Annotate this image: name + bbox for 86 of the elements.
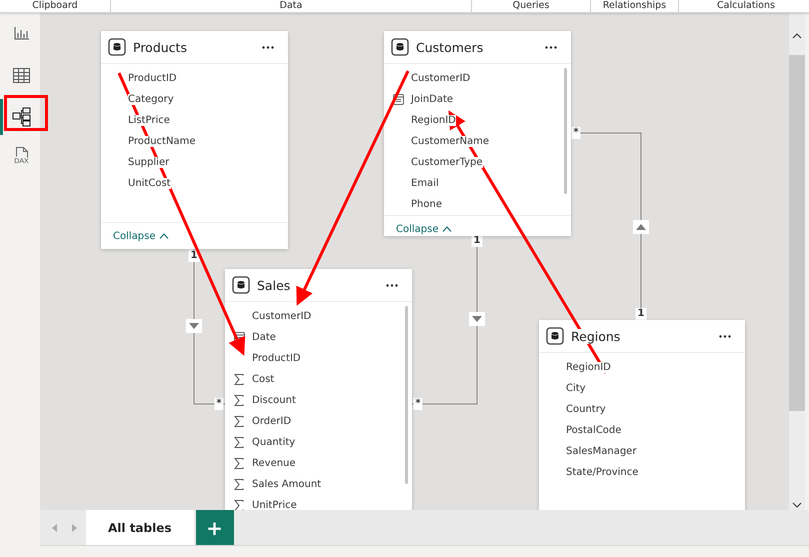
dax-query-icon xyxy=(16,147,28,158)
caret-left-icon xyxy=(52,524,56,532)
field-name[interactable]: CustomerName xyxy=(411,136,490,147)
vertical-scrollbar[interactable] xyxy=(789,13,805,510)
ellipsis-icon xyxy=(386,284,398,286)
table-card[interactable]: Sales CustomerID Date ProductID Cost Discount OrderID Quantity Revenue Sales Amount UnitPrice xyxy=(225,269,412,510)
sigma-icon xyxy=(234,478,244,490)
field-name[interactable]: Supplier xyxy=(128,157,170,168)
filter-direction-button[interactable] xyxy=(633,220,649,234)
sigma-icon xyxy=(234,500,244,510)
table-title: Products xyxy=(133,40,187,54)
sigma-icon xyxy=(234,416,244,426)
ribbon-group-label: Relationships xyxy=(591,0,679,12)
collapse-button[interactable]: Collapse xyxy=(113,230,168,242)
table-title: Customers xyxy=(416,40,484,54)
collapse-button[interactable]: Collapse xyxy=(396,224,452,234)
field-name[interactable]: CustomerType xyxy=(411,157,483,168)
field-name[interactable]: CustomerID xyxy=(252,311,312,322)
field-name[interactable]: Revenue xyxy=(252,458,296,469)
table-card[interactable]: Products ProductID Category ListPrice ProductName Supplier UnitCost Collapse xyxy=(101,31,288,249)
table-icon xyxy=(391,38,409,56)
field-name[interactable]: City xyxy=(566,383,586,394)
field-name[interactable]: Sales Amount xyxy=(252,479,322,490)
table-icon xyxy=(232,276,250,294)
field-name[interactable]: Phone xyxy=(411,199,442,210)
table-card[interactable]: Customers CustomerID JoinDate RegionID CustomerName CustomerType Email Phone Collapse xyxy=(384,31,571,236)
caret-up-icon xyxy=(158,233,168,239)
card-scrollbar[interactable] xyxy=(564,68,567,194)
field-name[interactable]: OrderID xyxy=(252,416,292,427)
highlight-frame xyxy=(4,95,48,131)
field-name[interactable]: UnitCost xyxy=(128,178,171,189)
ribbon-group-label: Queries xyxy=(472,0,591,12)
field-name[interactable]: UnitPrice xyxy=(252,500,297,510)
sigma-icon xyxy=(234,436,244,448)
ribbon-group-label: Clipboard xyxy=(0,0,111,12)
field-name[interactable]: Discount xyxy=(252,395,296,406)
table-icon xyxy=(13,68,30,82)
card-scrollbar[interactable] xyxy=(405,306,408,484)
cardinality-label: * xyxy=(571,127,581,139)
ellipsis-icon xyxy=(545,46,557,48)
cardinality-label: 1 xyxy=(636,308,646,320)
scroll-up-icon xyxy=(792,33,802,39)
field-name[interactable]: RegionID xyxy=(566,362,611,373)
caret-up-icon xyxy=(442,226,452,232)
bar-chart-icon xyxy=(14,26,30,40)
table-title: Sales xyxy=(257,278,290,292)
ribbon-group-label: Calculations xyxy=(679,0,809,12)
model-diagram-icon xyxy=(12,107,32,127)
scrollbar-thumb[interactable] xyxy=(789,55,805,411)
caret-right-icon xyxy=(72,524,76,532)
field-name[interactable]: State/Province xyxy=(566,467,638,478)
field-name[interactable]: Country xyxy=(566,404,606,415)
table-icon xyxy=(546,327,564,345)
cardinality-label: * xyxy=(214,398,224,410)
field-name[interactable]: CustomerID xyxy=(411,73,470,84)
ribbon-group-label: Data xyxy=(111,0,472,12)
calendar-icon xyxy=(393,94,404,104)
field-name[interactable]: Category xyxy=(128,94,174,105)
ellipsis-icon xyxy=(262,46,274,48)
field-name[interactable]: Quantity xyxy=(252,437,296,448)
cardinality-label: * xyxy=(413,398,423,410)
field-name[interactable]: ProductName xyxy=(128,136,196,147)
add-page-button[interactable]: + xyxy=(196,510,234,545)
sigma-icon xyxy=(234,394,244,406)
field-name[interactable]: ListPrice xyxy=(128,115,170,126)
field-name[interactable]: JoinDate xyxy=(411,94,454,105)
field-name[interactable]: ProductID xyxy=(252,353,301,364)
field-name[interactable]: SalesManager xyxy=(566,446,636,457)
table-card[interactable]: Regions RegionID City Country PostalCode SalesManager State/Province xyxy=(539,320,745,510)
ellipsis-icon xyxy=(719,334,731,338)
sigma-icon xyxy=(234,458,244,468)
field-name[interactable]: Date xyxy=(252,332,276,343)
cardinality-label: 1 xyxy=(472,235,482,247)
field-name[interactable]: Cost xyxy=(252,374,274,385)
table-title: Regions xyxy=(571,328,620,344)
sigma-icon xyxy=(234,374,244,384)
field-name[interactable]: ProductID xyxy=(128,73,177,84)
field-name[interactable]: RegionID xyxy=(411,115,456,126)
filter-direction-button[interactable] xyxy=(469,312,485,326)
field-name[interactable]: PostalCode xyxy=(566,425,622,436)
scroll-down-icon xyxy=(792,502,802,508)
table-icon xyxy=(108,38,126,56)
page-tab[interactable]: All tables xyxy=(86,510,194,545)
filter-direction-button[interactable] xyxy=(186,319,202,333)
field-name[interactable]: Email xyxy=(411,178,439,189)
calendar-icon xyxy=(234,332,245,342)
